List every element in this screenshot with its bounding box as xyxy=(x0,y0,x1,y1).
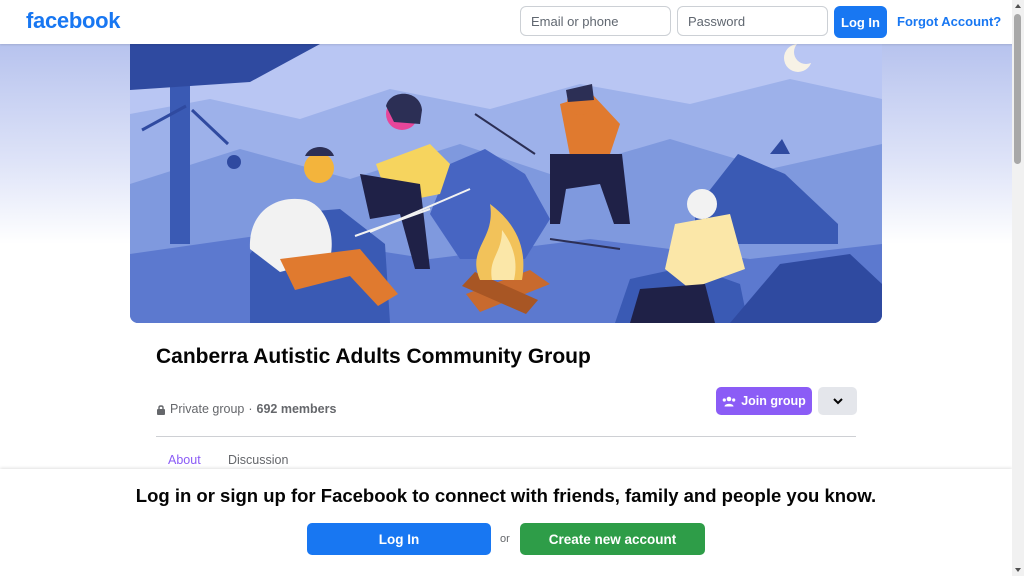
login-button[interactable]: Log In xyxy=(307,523,491,555)
people-icon xyxy=(722,396,736,406)
signup-prompt-text: Log in or sign up for Facebook to connec… xyxy=(135,485,877,506)
scroll-down-arrow-icon[interactable] xyxy=(1015,568,1021,572)
forgot-account-link[interactable]: Forgot Account? xyxy=(897,14,1001,29)
password-field[interactable] xyxy=(677,6,828,36)
scroll-up-arrow-icon[interactable] xyxy=(1015,4,1021,8)
meta-separator: · xyxy=(248,402,253,416)
create-account-button[interactable]: Create new account xyxy=(520,523,705,555)
campfire-illustration xyxy=(130,44,882,323)
join-group-button[interactable]: Join group xyxy=(716,387,812,415)
group-privacy: Private group xyxy=(170,402,245,416)
login-prompt-panel: Log in or sign up for Facebook to connec… xyxy=(0,469,1012,576)
header-login-button[interactable]: Log In xyxy=(834,6,887,38)
email-field[interactable] xyxy=(520,6,671,36)
join-group-label: Join group xyxy=(741,394,806,408)
member-count[interactable]: 692 members xyxy=(257,402,337,416)
group-title: Canberra Autistic Adults Community Group xyxy=(156,345,591,368)
tab-discussion[interactable]: Discussion xyxy=(228,453,288,467)
group-meta: Private group · 692 members xyxy=(156,402,336,416)
tab-about[interactable]: About xyxy=(168,453,201,467)
header-divider xyxy=(156,436,856,437)
lock-icon xyxy=(157,404,165,415)
page-scrollbar[interactable] xyxy=(1012,0,1024,576)
top-navigation-bar: facebook Log In Forgot Account? xyxy=(0,0,1024,44)
or-label: or xyxy=(500,533,510,545)
facebook-logo[interactable]: facebook xyxy=(26,8,120,34)
chevron-down-icon xyxy=(832,397,843,404)
more-options-button[interactable] xyxy=(818,387,857,415)
group-cover-photo[interactable] xyxy=(130,44,882,323)
scroll-thumb[interactable] xyxy=(1014,14,1021,164)
